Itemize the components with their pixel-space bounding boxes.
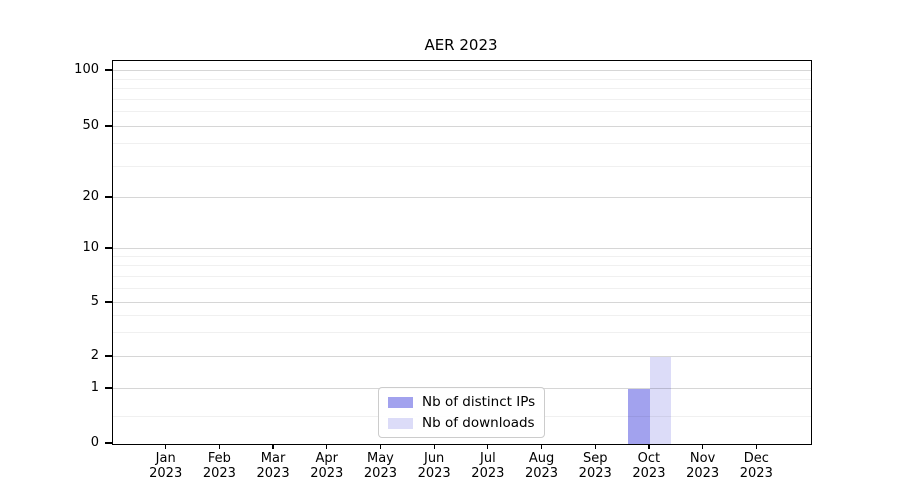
minor-gridline [113, 287, 811, 289]
chart-title: AER 2023 [424, 36, 498, 54]
x-axis-tick-mark [326, 444, 328, 449]
y-axis-tick-mark [105, 125, 112, 127]
y-axis-tick-label: 2 [90, 347, 99, 363]
minor-gridline [113, 165, 811, 167]
y-axis-tick-mark [105, 196, 112, 198]
x-axis-tick-mark [648, 444, 650, 449]
minor-gridline [113, 332, 811, 334]
y-axis-tick-mark [105, 247, 112, 249]
x-axis-tick-mark [218, 444, 220, 449]
minor-gridline [113, 415, 811, 417]
minor-gridline [113, 265, 811, 267]
minor-gridline [113, 88, 811, 89]
minor-gridline [113, 98, 811, 100]
y-axis-tick-label: 0 [90, 435, 99, 450]
y-axis-tick-label: 10 [82, 240, 99, 255]
y-axis-tick-mark [105, 355, 112, 357]
x-axis-tick-mark [594, 444, 596, 449]
minor-gridline [113, 256, 811, 258]
minor-gridline [113, 111, 811, 113]
major-gridline [113, 197, 811, 198]
y-axis-tick-label: 100 [74, 61, 99, 77]
x-axis-tick-mark [540, 444, 543, 449]
major-gridline [113, 248, 811, 250]
x-axis-tick-label: Dec 2023 [739, 451, 773, 481]
minor-gridline [113, 315, 811, 317]
bar-nb-of-downloads [649, 356, 672, 444]
y-axis-tick-mark [105, 442, 112, 444]
y-axis-tick-label: 50 [82, 117, 99, 133]
x-axis-tick-mark [487, 444, 489, 449]
x-axis-tick-mark [702, 444, 704, 449]
minor-gridline [113, 78, 811, 80]
x-axis-tick-mark [379, 444, 382, 449]
x-axis-tick-mark [755, 444, 757, 449]
minor-gridline [113, 275, 811, 277]
plot-area [112, 60, 812, 445]
y-axis-tick-label: 1 [90, 380, 99, 395]
minor-gridline [113, 143, 811, 145]
y-axis-tick-label: 20 [82, 188, 99, 204]
major-gridline [113, 126, 811, 127]
x-axis-tick-mark [165, 444, 167, 449]
x-axis-tick-mark [272, 444, 274, 449]
x-axis-tick-mark [433, 444, 435, 449]
major-gridline [113, 70, 811, 71]
y-axis-tick-label: 5 [90, 294, 99, 310]
y-axis-tick-mark [105, 387, 112, 389]
y-axis-tick-mark [105, 301, 112, 303]
major-gridline [113, 355, 811, 357]
major-gridline [113, 302, 811, 304]
major-gridline [113, 388, 811, 390]
figure: AER 2023 0 1 2 5 10 20 50 100 Jan 2023 Feb 2023 Mar 2… [0, 0, 900, 500]
y-axis-tick-mark [105, 69, 112, 71]
